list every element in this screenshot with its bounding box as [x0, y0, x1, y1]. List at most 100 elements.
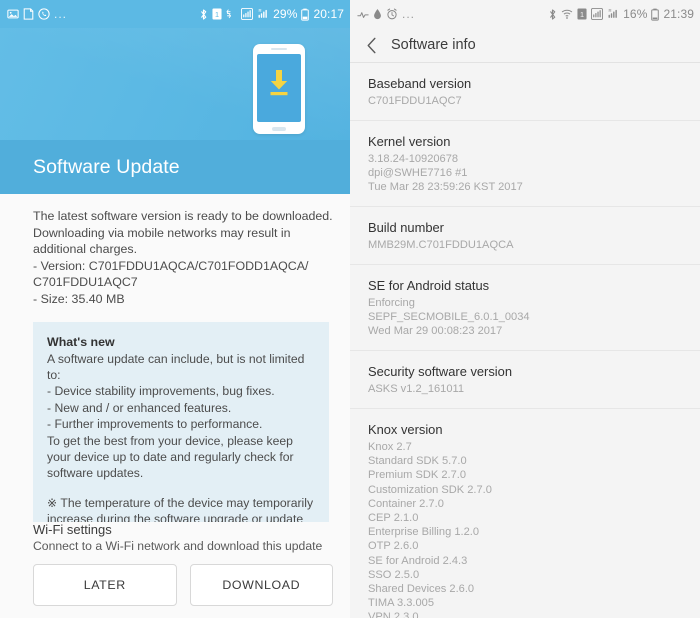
- whats-new-line: to:: [47, 367, 61, 382]
- value-line: Premium SDK 2.7.0: [368, 469, 467, 482]
- value-line: dpi@SWHE7716 #1: [368, 167, 468, 179]
- value-line: SSO 2.5.0: [368, 568, 420, 581]
- info-item-kernel-version[interactable]: Kernel version 3.18.24-10920678 dpi@SWHE…: [350, 120, 700, 206]
- value-line: TIMA 3.3.005: [368, 597, 434, 610]
- status-bar-notification-icons: ...: [7, 7, 67, 21]
- info-item-baseband-version[interactable]: Baseband version C701FDDU1AQC7: [350, 62, 700, 120]
- info-item-se-for-android-status[interactable]: SE for Android status Enforcing SEPF_SEC…: [350, 264, 700, 350]
- image-icon: [7, 8, 19, 20]
- value-line: Knox 2.7: [368, 441, 412, 453]
- svg-text:R: R: [609, 8, 612, 13]
- value-line: C701FDDU1AQC7: [368, 95, 462, 107]
- wifi-settings-subtitle: Connect to a Wi-Fi network and download …: [33, 539, 323, 553]
- dual-screenshot-container: ... 1 R 29% 20:17 Software Update The la…: [0, 0, 700, 618]
- status-bar-right: ... 1 R 16% 21:39: [350, 0, 700, 28]
- info-item-knox-version[interactable]: Knox version Knox 2.7 Standard SDK 5.7.0…: [350, 408, 700, 618]
- software-info-list: Baseband version C701FDDU1AQC7 Kernel ve…: [350, 62, 700, 618]
- notification-overflow-dots: ...: [54, 7, 68, 21]
- whats-new-line: To get the best from your device, please…: [47, 433, 293, 448]
- value-line: Tue Mar 28 23:59:26 KST 2017: [368, 181, 523, 193]
- bluetooth-icon: [548, 8, 557, 21]
- version-line: - Version: C701FDDU1AQCA/C701FODD1AQCA/: [33, 258, 309, 273]
- battery-percent-label: 29%: [273, 7, 298, 21]
- status-bar-notification-icons: ...: [357, 7, 415, 21]
- info-item-build-number[interactable]: Build number MMB29M.C701FDDU1AQCA: [350, 206, 700, 264]
- value-line: SEPF_SECMOBILE_6.0.1_0034: [368, 311, 530, 323]
- whatsapp-icon: [38, 8, 50, 20]
- description-line: additional charges.: [33, 242, 138, 257]
- download-button[interactable]: DOWNLOAD: [189, 564, 333, 606]
- version-line-continued: C701FDDU1AQC7: [33, 275, 138, 290]
- update-hero-banner: [0, 28, 350, 140]
- app-bar-title: Software info: [391, 37, 476, 53]
- bluetooth-icon: [199, 8, 208, 21]
- value-line: Standard SDK 5.7.0: [368, 455, 467, 468]
- phone-download-illustration: [253, 44, 305, 134]
- info-label: Security software version: [368, 364, 512, 379]
- wifi-icon: [561, 8, 573, 20]
- phone-home-button-graphic: [272, 127, 286, 131]
- value-line: Enforcing: [368, 297, 415, 309]
- info-value: MMB29M.C701FDDU1AQCA: [368, 238, 684, 252]
- value-line: 3.18.24-10920678: [368, 153, 459, 165]
- info-value: Knox 2.7 Standard SDK 5.7.0 Premium SDK …: [368, 440, 684, 618]
- status-bar-system-icons: 1 R 29% 20:17: [199, 7, 344, 21]
- info-label: Kernel version: [368, 134, 451, 149]
- info-label: SE for Android status: [368, 278, 490, 293]
- value-line: MMB29M.C701FDDU1AQCA: [368, 239, 514, 251]
- status-bar-left: ... 1 R 29% 20:17: [0, 0, 350, 28]
- app-bar: Software info: [350, 28, 700, 62]
- description-line: The latest software version is ready to …: [33, 209, 333, 223]
- info-label: Knox version: [368, 422, 443, 437]
- update-description: The latest software version is ready to …: [33, 208, 333, 308]
- whats-new-line: - Further improvements to performance.: [47, 417, 263, 432]
- software-info-screen: ... 1 R 16% 21:39 Software info Baseband…: [350, 0, 700, 618]
- info-label: Baseband version: [368, 76, 472, 91]
- later-button[interactable]: LATER: [33, 564, 177, 606]
- battery-icon: [301, 8, 310, 21]
- description-line: Downloading via mobile networks may resu…: [33, 225, 291, 240]
- value-line: SE for Android 2.4.3: [368, 554, 468, 567]
- value-line: OTP 2.6.0: [368, 540, 419, 553]
- info-value: 3.18.24-10920678 dpi@SWHE7716 #1 Tue Mar…: [368, 152, 684, 194]
- page-title: Software Update: [33, 155, 180, 178]
- activity-icon: [357, 8, 369, 20]
- wifi-settings-section: Wi-Fi settings Connect to a Wi-Fi networ…: [0, 522, 350, 618]
- whats-new-line: - New and / or enhanced features.: [47, 400, 232, 415]
- whats-new-title: What's new: [47, 334, 115, 349]
- sim-icon: 1: [212, 8, 222, 20]
- svg-text:R: R: [259, 8, 262, 13]
- size-line: - Size: 35.40 MB: [33, 291, 125, 306]
- action-button-row: LATER DOWNLOAD: [33, 564, 333, 606]
- info-value: C701FDDU1AQC7: [368, 94, 684, 108]
- back-chevron-icon[interactable]: [363, 37, 380, 54]
- phone-speaker-graphic: [271, 48, 287, 50]
- value-line: Enterprise Billing 1.2.0: [368, 526, 479, 539]
- info-value: ASKS v1.2_161011: [368, 382, 684, 396]
- info-item-security-software-version[interactable]: Security software version ASKS v1.2_1610…: [350, 350, 700, 408]
- value-line: Wed Mar 29 00:08:23 2017: [368, 325, 503, 337]
- phone-screen-graphic: [257, 54, 301, 122]
- value-line: VPN 2.3.0: [368, 611, 419, 618]
- svg-text:1: 1: [580, 10, 584, 19]
- battery-icon: [651, 8, 660, 21]
- alarm-icon: [386, 8, 398, 20]
- value-line: Customization SDK 2.7.0: [368, 483, 492, 496]
- wifi-settings-title: Wi-Fi settings: [33, 522, 112, 537]
- status-bar-system-icons: 1 R 16% 21:39: [548, 7, 694, 21]
- data-saver-icon: [226, 8, 237, 20]
- value-line: Shared Devices 2.6.0: [368, 583, 475, 596]
- svg-text:1: 1: [215, 10, 219, 19]
- info-label: Build number: [368, 220, 444, 235]
- signal-2-icon: R: [257, 8, 269, 20]
- sim-icon: 1: [577, 8, 587, 20]
- whats-new-line: your device up to date and regularly che…: [47, 450, 294, 464]
- clock-label: 21:39: [663, 7, 694, 21]
- info-value: Enforcing SEPF_SECMOBILE_6.0.1_0034 Wed …: [368, 296, 684, 338]
- whats-new-line: A software update can include, but is no…: [47, 351, 305, 366]
- whats-new-line: software updates.: [47, 466, 144, 481]
- data-saver-icon: [591, 8, 604, 20]
- battery-percent-label: 16%: [623, 7, 648, 21]
- update-body: The latest software version is ready to …: [0, 194, 350, 576]
